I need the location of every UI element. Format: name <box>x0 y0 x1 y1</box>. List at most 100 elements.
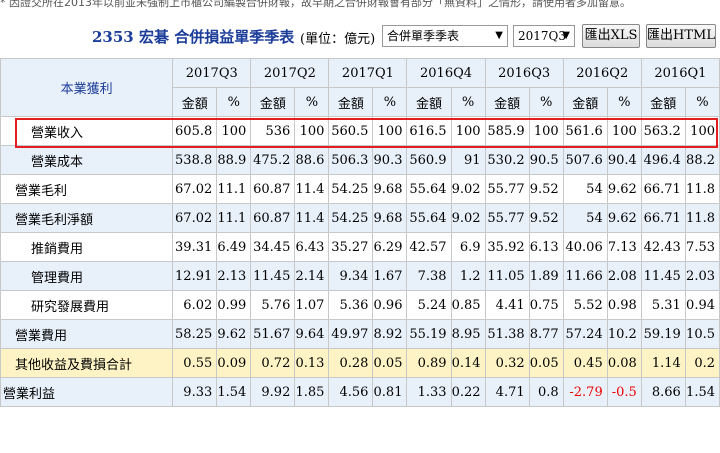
amount-cell: 9.33 <box>172 377 218 407</box>
percent-cell: 0.09 <box>216 348 252 378</box>
row-label: 研究發展費用 <box>0 290 174 320</box>
export-html-button[interactable]: 匯出HTML <box>646 24 716 48</box>
amount-cell: 34.45 <box>250 232 296 262</box>
percent-cell: 1.85 <box>294 377 330 407</box>
period-select[interactable]: 2017Q3 ▼ <box>513 25 575 47</box>
percent-cell: 7.13 <box>606 232 642 262</box>
percent-column-header: % <box>216 87 252 117</box>
period-header: 2016Q1 <box>640 58 720 88</box>
amount-cell: 49.97 <box>328 319 374 349</box>
percent-cell: 11.4 <box>294 174 330 204</box>
table-row: 營業成本 538.8 88.9 475.2 88.6 506.3 90.3 560.9 91 53… <box>0 145 720 175</box>
percent-cell: 1.07 <box>294 290 330 320</box>
amount-cell: 55.19 <box>406 319 452 349</box>
highlight-box <box>15 118 718 148</box>
amount-cell: 59.19 <box>640 319 686 349</box>
amount-cell: 6.02 <box>172 290 218 320</box>
amount-cell: 4.56 <box>328 377 374 407</box>
chevron-down-icon: ▼ <box>562 30 570 41</box>
row-label: 營業毛利淨額 <box>0 203 174 233</box>
table-row: 營業毛利 67.02 11.1 60.87 11.4 54.25 9.68 55.64 9.02… <box>0 174 720 204</box>
amount-cell: 11.45 <box>250 261 296 291</box>
period-header: 2017Q3 <box>172 58 252 88</box>
table-row: 營業利益 9.33 1.54 9.92 1.85 4.56 0.81 1.33 0.22 4.71… <box>0 377 720 407</box>
table-row: 管理費用 12.91 2.13 11.45 2.14 9.34 1.67 7.38 1.2 11.… <box>0 261 720 291</box>
amount-cell: 475.2 <box>250 145 296 175</box>
toolbar: 2353 宏碁 合併損益單季季表 (單位：億元) 合併單季季表 ▼ 2017Q3… <box>0 20 720 52</box>
percent-cell: 9.68 <box>372 174 408 204</box>
period-value: 2017Q3 <box>518 29 567 43</box>
amount-cell: -2.79 <box>562 377 608 407</box>
amount-cell: 42.57 <box>406 232 452 262</box>
report-type-value: 合併單季季表 <box>387 29 460 43</box>
period-header: 2016Q2 <box>562 58 642 88</box>
amount-cell: 5.24 <box>406 290 452 320</box>
amount-cell: 4.41 <box>484 290 530 320</box>
percent-cell: 11.8 <box>684 203 720 233</box>
percent-cell: 11.8 <box>684 174 720 204</box>
percent-cell: 9.52 <box>528 174 564 204</box>
amount-cell: 55.77 <box>484 174 530 204</box>
period-header: 2016Q4 <box>406 58 486 88</box>
amount-cell: 57.24 <box>562 319 608 349</box>
percent-cell: 91 <box>450 145 486 175</box>
percent-cell: 0.81 <box>372 377 408 407</box>
percent-cell: 6.9 <box>450 232 486 262</box>
percent-cell: 1.89 <box>528 261 564 291</box>
page-title: 2353 宏碁 合併損益單季季表 <box>92 28 295 46</box>
percent-cell: 0.22 <box>450 377 486 407</box>
percent-cell: -0.5 <box>606 377 642 407</box>
amount-cell: 67.02 <box>172 203 218 233</box>
percent-cell: 1.54 <box>216 377 252 407</box>
percent-cell: 6.13 <box>528 232 564 262</box>
amount-cell: 11.66 <box>562 261 608 291</box>
percent-cell: 9.62 <box>606 203 642 233</box>
percent-column-header: % <box>684 87 720 117</box>
amount-cell: 11.45 <box>640 261 686 291</box>
amount-column-header: 金額 <box>328 87 374 117</box>
amount-column-header: 金額 <box>172 87 218 117</box>
unit-label: (單位：億元) <box>300 32 376 47</box>
percent-column-header: % <box>294 87 330 117</box>
percent-cell: 88.9 <box>216 145 252 175</box>
amount-cell: 9.92 <box>250 377 296 407</box>
export-xls-button[interactable]: 匯出XLS <box>582 24 640 48</box>
percent-column-header: % <box>606 87 642 117</box>
amount-cell: 5.76 <box>250 290 296 320</box>
amount-cell: 55.64 <box>406 174 452 204</box>
amount-cell: 51.67 <box>250 319 296 349</box>
amount-cell: 538.8 <box>172 145 218 175</box>
amount-column-header: 金額 <box>406 87 452 117</box>
percent-cell: 2.03 <box>684 261 720 291</box>
amount-cell: 9.34 <box>328 261 374 291</box>
amount-cell: 0.55 <box>172 348 218 378</box>
percent-cell: 1.67 <box>372 261 408 291</box>
amount-cell: 506.3 <box>328 145 374 175</box>
amount-cell: 60.87 <box>250 203 296 233</box>
percent-column-header: % <box>450 87 486 117</box>
amount-cell: 12.91 <box>172 261 218 291</box>
table-header-periods: 本業獲利 2017Q3 2017Q2 2017Q1 2016Q4 2016Q3 2016Q2… <box>0 58 720 117</box>
amount-cell: 496.4 <box>640 145 686 175</box>
percent-cell: 0.96 <box>372 290 408 320</box>
period-header: 2016Q3 <box>484 58 564 88</box>
amount-cell: 8.66 <box>640 377 686 407</box>
chevron-down-icon: ▼ <box>495 30 503 41</box>
percent-cell: 11.1 <box>216 203 252 233</box>
percent-cell: 0.05 <box>528 348 564 378</box>
amount-cell: 54.25 <box>328 174 374 204</box>
percent-cell: 9.68 <box>372 203 408 233</box>
amount-cell: 42.43 <box>640 232 686 262</box>
row-header-label: 本業獲利 <box>0 58 174 117</box>
report-type-select[interactable]: 合併單季季表 ▼ <box>382 25 508 47</box>
row-label: 營業成本 <box>0 145 174 175</box>
amount-cell: 0.72 <box>250 348 296 378</box>
amount-cell: 54 <box>562 203 608 233</box>
amount-cell: 5.31 <box>640 290 686 320</box>
amount-cell: 7.38 <box>406 261 452 291</box>
percent-cell: 0.14 <box>450 348 486 378</box>
percent-cell: 9.02 <box>450 203 486 233</box>
table-row: 其他收益及費損合計 0.55 0.09 0.72 0.13 0.28 0.05 0.89 0.1… <box>0 348 720 378</box>
amount-cell: 35.92 <box>484 232 530 262</box>
percent-cell: 0.94 <box>684 290 720 320</box>
